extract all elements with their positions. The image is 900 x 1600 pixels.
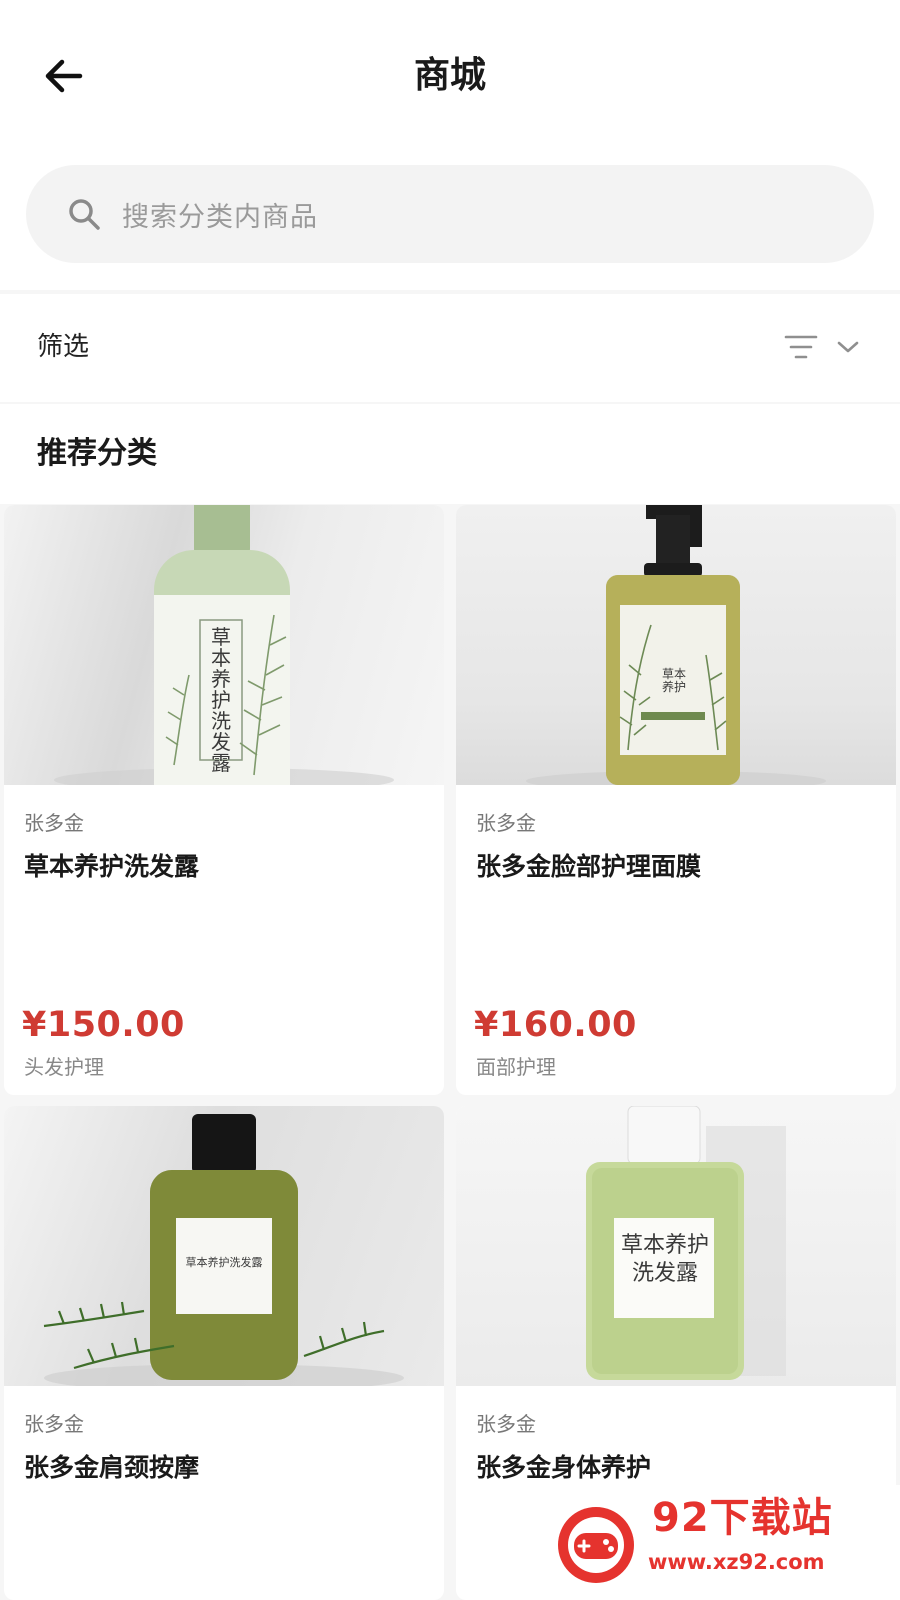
product-brand: 张多金 [24, 811, 84, 835]
product-name: 张多金肩颈按摩 [24, 1453, 200, 1482]
gamepad-logo-icon [558, 1507, 634, 1583]
watermark: 92下载站 www.xz92.com [540, 1485, 900, 1600]
sort-lines-icon [784, 335, 818, 359]
section-title: 推荐分类 [37, 436, 157, 471]
product-price: ¥150.00 [22, 1005, 185, 1045]
product-image: 草本养护洗发露 [4, 1106, 444, 1386]
search-input[interactable]: 搜索分类内商品 [26, 165, 874, 263]
product-name: 草本养护洗发露 [24, 852, 200, 881]
product-brand: 张多金 [476, 1412, 536, 1436]
product-image: 草本养护洗发露 [4, 505, 444, 785]
product-name: 张多金脸部护理面膜 [476, 852, 702, 881]
filter-toggle[interactable] [784, 324, 860, 370]
product-card[interactable]: 草本养护 张多金 张多金脸部护理面膜 ¥160.00 面部护理 [456, 505, 896, 1095]
filter-bar: 筛选 [0, 294, 900, 402]
search-placeholder: 搜索分类内商品 [122, 201, 318, 233]
product-label-text: 草本养护洗发露 [620, 1233, 709, 1286]
product-image: 草本养护 [456, 505, 896, 785]
watermark-url: www.xz92.com [648, 1550, 825, 1574]
product-label-text: 草本养护洗发露 [211, 625, 231, 775]
search-icon [64, 194, 104, 234]
product-category: 头发护理 [24, 1055, 104, 1079]
watermark-title: 92下载站 [652, 1495, 833, 1541]
product-price: ¥160.00 [474, 1005, 637, 1045]
product-label-text: 草本养护洗发露 [185, 1256, 263, 1269]
product-card[interactable]: 草本养护洗发露 张多金 张多金肩颈按摩 [4, 1106, 444, 1600]
product-brand: 张多金 [476, 811, 536, 835]
product-category: 面部护理 [476, 1055, 556, 1079]
product-name: 张多金身体养护 [476, 1453, 652, 1482]
filter-label[interactable]: 筛选 [37, 327, 89, 367]
product-label-text: 草本养护 [661, 667, 686, 694]
top-bar: 商城 搜索分类内商品 [0, 0, 900, 290]
product-card[interactable]: 草本养护洗发露 张多金 草本养护洗发露 ¥150.00 头发护理 [4, 505, 444, 1095]
chevron-down-icon [837, 341, 859, 353]
product-image: 草本养护洗发露 [456, 1106, 896, 1386]
product-brand: 张多金 [24, 1412, 84, 1436]
recommended-section-header: 推荐分类 [0, 404, 900, 504]
page-title: 商城 [413, 55, 486, 96]
